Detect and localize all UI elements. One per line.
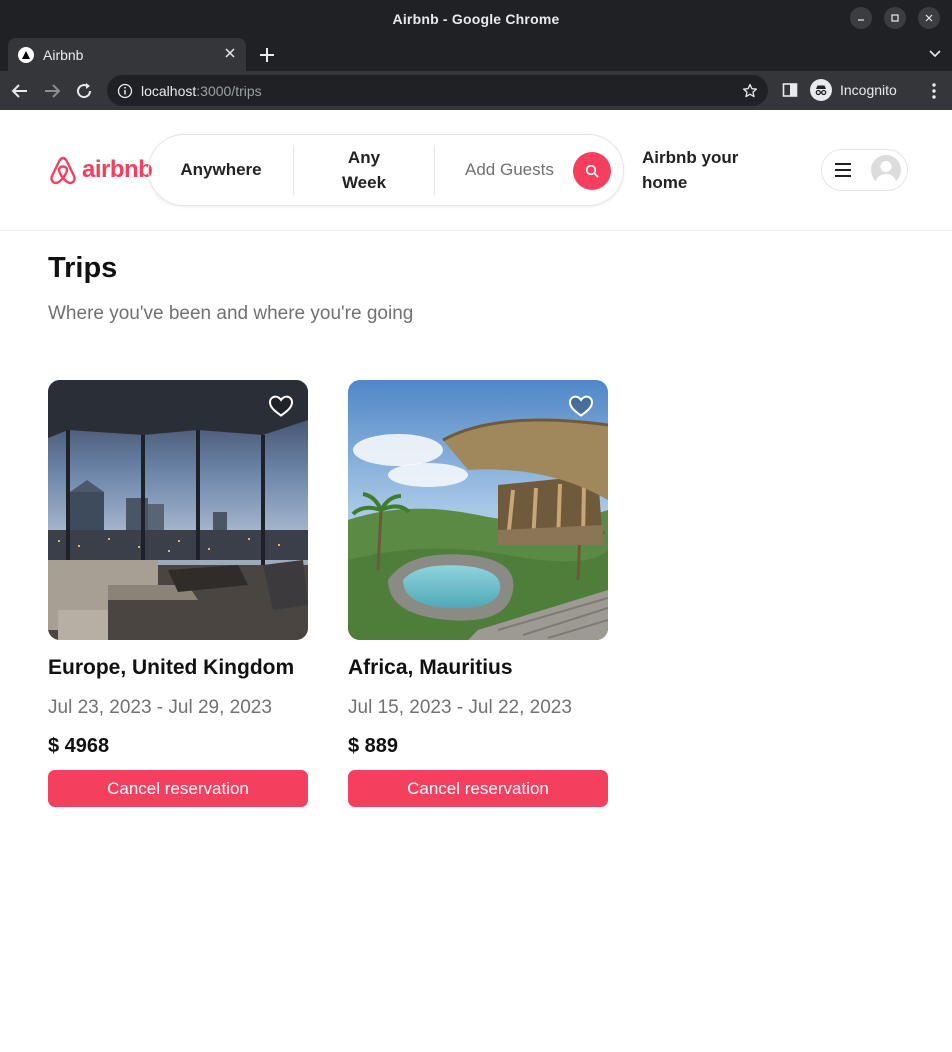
trip-location: Europe, United Kingdom xyxy=(48,656,295,679)
forward-arrow-icon[interactable] xyxy=(42,81,62,101)
browser-toolbar: localhost:3000/trips Incognito xyxy=(0,71,952,110)
trip-card[interactable]: Africa, Mauritius Jul 15, 2023 - Jul 22,… xyxy=(348,380,608,807)
airbnb-your-home-link[interactable]: Airbnb your home xyxy=(642,145,772,195)
page-title: Trips xyxy=(48,252,118,284)
trip-photo[interactable] xyxy=(48,380,308,640)
trip-location: Africa, Mauritius xyxy=(348,656,513,679)
window-title: Airbnb - Google Chrome xyxy=(392,10,560,27)
trip-dates: Jul 15, 2023 - Jul 22, 2023 xyxy=(348,697,572,718)
info-icon[interactable] xyxy=(117,83,133,99)
logo-text: airbnb xyxy=(82,156,153,183)
search-any-week[interactable]: Any Week xyxy=(293,145,435,195)
airbnb-logo-icon xyxy=(50,156,76,185)
search-week-line2: Week xyxy=(341,173,387,192)
cancel-reservation-button[interactable]: Cancel reservation xyxy=(48,770,308,807)
heart-icon[interactable] xyxy=(268,394,294,418)
url-host: localhost xyxy=(141,82,197,99)
url-text: localhost:3000/trips xyxy=(141,83,742,99)
cancel-reservation-button[interactable]: Cancel reservation xyxy=(348,770,608,807)
minimize-icon xyxy=(858,19,864,21)
tab-label: Airbnb xyxy=(43,46,84,63)
listing-image xyxy=(348,380,608,640)
trip-card[interactable]: Europe, United Kingdom Jul 23, 2023 - Ju… xyxy=(48,380,308,807)
user-menu-button[interactable] xyxy=(821,149,908,191)
incognito-label: Incognito xyxy=(840,82,897,98)
new-tab-icon[interactable] xyxy=(258,46,276,64)
incognito-icon xyxy=(810,79,832,101)
back-arrow-icon[interactable] xyxy=(10,81,30,101)
search-week-line1: Any xyxy=(347,148,381,167)
close-window-button[interactable] xyxy=(918,7,940,29)
search-anywhere[interactable]: Anywhere xyxy=(149,135,293,205)
window-titlebar: Airbnb - Google Chrome xyxy=(0,0,952,37)
side-panel-icon[interactable] xyxy=(782,82,798,98)
bookmark-star-icon[interactable] xyxy=(742,83,758,99)
browser-tab[interactable]: Airbnb xyxy=(8,38,246,71)
tab-strip: Airbnb xyxy=(0,37,952,71)
close-icon xyxy=(925,14,933,22)
user-avatar-icon xyxy=(871,155,901,185)
search-icon xyxy=(585,164,599,178)
maximize-button[interactable] xyxy=(884,7,906,29)
site-navbar: airbnb Anywhere Any Week Add Guests Airb… xyxy=(0,110,952,231)
more-options-icon[interactable] xyxy=(926,82,942,100)
menu-icon xyxy=(835,163,851,177)
page-subtitle: Where you've been and where you're going xyxy=(48,303,414,324)
heart-icon[interactable] xyxy=(568,394,594,418)
chevron-down-icon[interactable] xyxy=(928,47,942,61)
trip-price: $ 889 xyxy=(348,735,399,757)
airbnb-logo[interactable]: airbnb xyxy=(48,154,153,186)
reload-icon[interactable] xyxy=(74,81,94,101)
host-line2: home xyxy=(642,173,688,192)
tab-close-icon[interactable] xyxy=(224,46,236,64)
minimize-button[interactable] xyxy=(850,7,872,29)
search-week-text: Any Week xyxy=(342,145,386,195)
search-bar[interactable]: Anywhere Any Week Add Guests xyxy=(148,134,624,206)
incognito-indicator[interactable]: Incognito xyxy=(810,78,897,102)
host-line1: Airbnb your xyxy=(642,148,739,167)
address-bar[interactable]: localhost:3000/trips xyxy=(107,75,768,106)
window-controls xyxy=(850,7,940,29)
trip-dates: Jul 23, 2023 - Jul 29, 2023 xyxy=(48,697,272,718)
maximize-icon xyxy=(891,14,899,22)
url-path: :3000/trips xyxy=(196,82,262,99)
trip-price: $ 4968 xyxy=(48,735,110,757)
search-button[interactable] xyxy=(573,152,611,190)
trip-photo[interactable] xyxy=(348,380,608,640)
listing-image xyxy=(48,380,308,640)
triangle-icon xyxy=(18,46,34,63)
